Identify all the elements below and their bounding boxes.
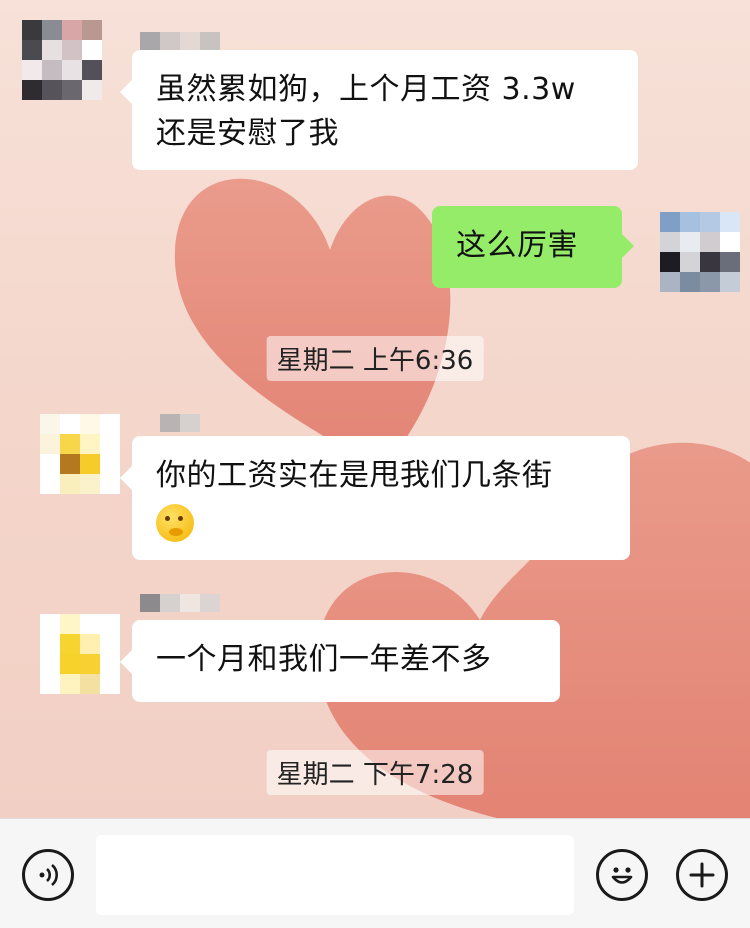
input-bar [0,818,750,928]
message-bubble[interactable]: 你的工资实在是甩我们几条街 [120,436,630,560]
timestamp: 星期二 上午6:36 [266,336,484,381]
add-button[interactable] [676,849,728,901]
voice-icon [39,864,58,886]
message-text: 一个月和我们一年差不多 [156,642,492,677]
plus-icon [689,862,715,888]
voice-button[interactable] [22,849,74,901]
message-text: 你的工资实在是甩我们几条街 [156,458,553,493]
avatar[interactable] [40,414,120,494]
message-text: 还是安慰了我 [156,116,339,151]
emoji-button[interactable] [596,849,648,901]
message-text: 这么厉害 [456,228,578,263]
emoji-icon [611,867,633,884]
avatar[interactable] [40,614,120,694]
message-text: 虽然累如狗，上个月工资 3.3w [156,72,576,107]
avatar[interactable] [22,20,102,100]
sender-name-blurred [140,594,220,612]
timestamp: 星期二 下午7:28 [266,750,484,795]
sender-name-blurred [160,414,200,432]
message-input[interactable] [96,835,574,915]
thinking-face-emoji [156,503,194,542]
message-bubble[interactable]: 虽然累如狗，上个月工资 3.3w 还是安慰了我 [120,50,638,170]
message-bubble[interactable]: 一个月和我们一年差不多 [120,620,560,702]
my-avatar[interactable] [660,212,740,292]
sender-name-blurred [140,32,220,50]
message-bubble-sent[interactable]: 这么厉害 [432,206,634,288]
